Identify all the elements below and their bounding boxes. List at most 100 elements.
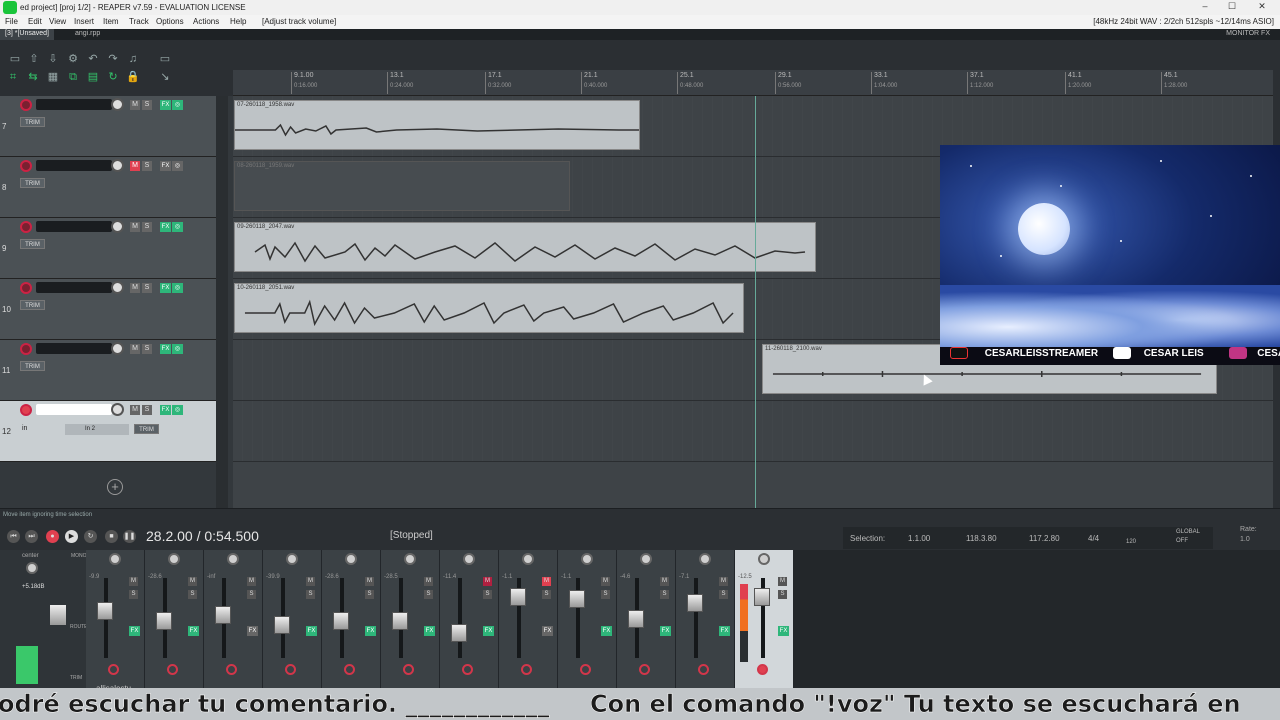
fx-bypass-icon[interactable]: ◎ [172,100,183,110]
media-item[interactable]: 09-260118_2047.wav [234,222,816,272]
track-header-selected[interactable]: 12 M S FX ◎ in In 2 TRIM [0,401,216,462]
menu-view[interactable]: View [49,17,66,26]
lock-icon[interactable]: 🔒 [126,70,140,84]
item-grouping-icon[interactable]: ⧉ [66,70,80,84]
close-button[interactable]: ✕ [1252,1,1272,12]
record-arm-button[interactable] [108,664,119,675]
solo-button[interactable]: S [660,590,669,599]
pause-button[interactable]: ❚❚ [123,530,136,543]
volume-fader[interactable] [510,588,526,606]
media-item[interactable]: 08-260118_1959.wav [234,161,570,211]
fx-button[interactable]: FX [365,626,376,636]
track-header[interactable]: 9 M S FX ◎ TRIM [0,218,216,279]
fx-button[interactable]: FX [306,626,317,636]
fx-bypass-icon[interactable]: ◎ [172,161,183,171]
mute-button[interactable]: M [542,577,551,586]
pan-knob[interactable] [345,553,357,565]
volume-knob[interactable] [111,342,124,355]
record-button[interactable]: ● [46,530,59,543]
input-select[interactable]: In 2 [65,424,129,435]
open-project-icon[interactable]: ⇧ [27,52,41,66]
selection-start[interactable]: 1.1.00 [908,534,930,543]
menu-item[interactable]: Item [103,17,119,26]
menu-options[interactable]: Options [156,17,184,26]
solo-button[interactable]: S [142,222,152,232]
volume-fader[interactable] [333,612,349,630]
solo-button[interactable]: S [719,590,728,599]
mixer-strip[interactable]: -11.4 MS FX [440,550,499,690]
fx-button[interactable]: FX [188,626,199,636]
track-header[interactable]: 11 M S FX ◎ TRIM [0,340,216,401]
pan-knob[interactable] [522,553,534,565]
minimize-button[interactable]: – [1195,1,1215,11]
volume-knob[interactable] [111,281,124,294]
solo-button[interactable]: S [142,283,152,293]
grid-icon[interactable]: ⌗ [6,70,20,84]
pan-knob[interactable] [404,553,416,565]
track-header[interactable]: 10 M S FX ◎ TRIM [0,279,216,340]
record-arm-button[interactable] [20,160,32,172]
volume-knob[interactable] [111,220,124,233]
fx-button[interactable]: FX [160,222,171,232]
record-arm-button[interactable] [20,343,32,355]
record-arm-button[interactable] [639,664,650,675]
save-project-icon[interactable]: ⇩ [46,52,60,66]
trim-button[interactable]: TRIM [20,117,45,127]
trim-button[interactable]: TRIM [20,239,45,249]
play-button[interactable]: ▶ [65,530,78,543]
mixer-strip[interactable]: -28.5 MS FX [381,550,440,690]
track-name-field[interactable] [36,160,112,171]
tab-angi-project[interactable]: angi.rpp [70,29,105,40]
audio-device-info[interactable]: [48kHz 24bit WAV : 2/2ch 512spls ~12/14m… [1093,17,1274,26]
mute-button[interactable]: M [129,577,138,586]
record-arm-button[interactable] [285,664,296,675]
envelope-lock-icon[interactable]: ▤ [86,70,100,84]
record-arm-button[interactable] [20,99,32,111]
fx-button[interactable]: FX [778,626,789,636]
fx-bypass-icon[interactable]: ◎ [172,222,183,232]
trim-button[interactable]: TRIM [20,178,45,188]
fx-button[interactable]: FX [601,626,612,636]
volume-knob[interactable] [111,403,124,416]
solo-button[interactable]: S [365,590,374,599]
pan-knob[interactable] [168,553,180,565]
track-header[interactable]: 7 M S FX ◎ TRIM [0,96,216,157]
track-name-field[interactable] [36,404,112,415]
volume-fader[interactable] [156,612,172,630]
master-trim-button[interactable]: TRIM [70,675,82,681]
loop-icon[interactable]: ↻ [106,70,120,84]
mixer-strip[interactable]: -28.6 MS FX [322,550,381,690]
mixer-strip[interactable]: -inf MS FX [204,550,263,690]
repeat-icon[interactable]: ↻ [84,530,97,543]
record-arm-button[interactable] [20,282,32,294]
mono-button[interactable]: MONO [71,553,87,559]
mute-button[interactable]: M [660,577,669,586]
fx-button[interactable]: FX [160,344,171,354]
add-track-icon[interactable]: + [107,479,123,495]
pan-knob[interactable] [227,553,239,565]
solo-button[interactable]: S [483,590,492,599]
new-project-icon[interactable]: ▭ [8,52,22,66]
time-signature[interactable]: 4/4 [1088,534,1099,543]
track-name-field[interactable] [36,282,112,293]
record-arm-button[interactable] [757,664,768,675]
media-item[interactable]: 10-260118_2051.wav [234,283,744,333]
fx-button[interactable]: FX [247,626,258,636]
monitor-fx-button[interactable]: MONITOR FX [1226,30,1270,37]
fx-button[interactable]: FX [424,626,435,636]
media-item[interactable]: 07-260118_1958.wav [234,100,640,150]
track-name-field[interactable] [36,221,112,232]
metronome-icon[interactable]: ♫ [126,52,140,66]
solo-button[interactable]: S [142,161,152,171]
pan-knob[interactable] [640,553,652,565]
track-name-field[interactable] [36,343,112,354]
mute-button[interactable]: M [130,405,140,415]
mixer-strip[interactable]: -9.9 MS FX [86,550,145,690]
undo-icon[interactable]: ↶ [86,52,100,66]
fx-button[interactable]: FX [160,100,171,110]
record-arm-button[interactable] [20,221,32,233]
selection-end[interactable]: 118.3.80 [966,534,997,543]
solo-button[interactable]: S [424,590,433,599]
mute-button[interactable]: M [130,222,140,232]
solo-button[interactable]: S [142,405,152,415]
